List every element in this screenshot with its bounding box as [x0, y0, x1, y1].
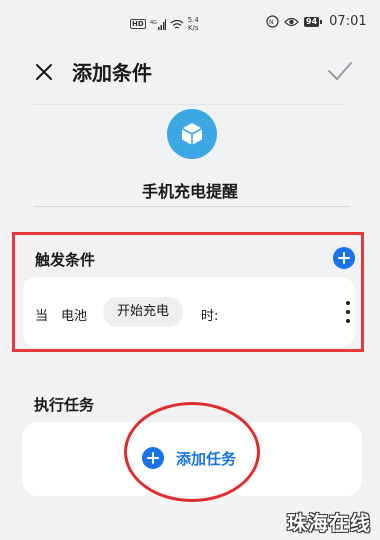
condition-device: 电池	[61, 309, 88, 324]
trigger-section: 触发条件 当 电池 开始充电 时:	[12, 232, 364, 352]
network-speed-value: 5.4	[187, 16, 199, 24]
condition-state-pill[interactable]: 开始充电	[103, 297, 184, 327]
status-right: N 94 07:01	[266, 14, 367, 29]
plus-icon	[338, 252, 350, 264]
scene-name[interactable]: 手机充电提醒	[0, 178, 380, 202]
status-bar: HD 4G 5.4 K/s N 94 07:01	[0, 0, 380, 40]
add-task-label: 添加任务	[176, 449, 237, 468]
add-task-button[interactable]: 添加任务	[142, 447, 236, 469]
condition-prefix: 当	[35, 309, 49, 324]
nfc-icon: N	[266, 15, 279, 28]
cube-glyph-icon	[181, 123, 203, 145]
condition-suffix: 时:	[201, 309, 219, 324]
cube-icon[interactable]	[167, 109, 217, 159]
network-speed-unit: K/s	[187, 24, 199, 32]
wifi-icon	[170, 19, 184, 29]
close-icon[interactable]	[34, 62, 54, 82]
header-divider	[34, 104, 346, 105]
more-vert-icon[interactable]	[345, 301, 351, 323]
add-trigger-button[interactable]	[333, 247, 355, 269]
check-icon[interactable]	[326, 60, 354, 82]
battery-level: 94	[304, 16, 320, 27]
network-type: 4G	[150, 20, 157, 26]
status-left: HD 4G 5.4 K/s	[130, 16, 199, 32]
network-speed: 5.4 K/s	[188, 16, 199, 32]
scene-name-underline	[34, 206, 350, 207]
svg-text:N: N	[269, 19, 274, 26]
trigger-condition-card[interactable]: 当 电池 开始充电 时:	[23, 277, 355, 347]
page-title: 添加条件	[72, 61, 152, 85]
task-title: 执行任务	[34, 396, 95, 414]
battery-icon: 94	[304, 16, 323, 27]
plus-circle-icon	[142, 447, 164, 469]
watermark: 珠海在线	[287, 511, 371, 535]
eye-comfort-icon	[284, 17, 299, 26]
clock: 07:01	[329, 14, 367, 29]
hd-indicator: HD	[130, 19, 146, 29]
trigger-title: 触发条件	[35, 251, 96, 269]
signal-icon: 4G	[150, 18, 166, 30]
header: 添加条件	[0, 54, 380, 90]
